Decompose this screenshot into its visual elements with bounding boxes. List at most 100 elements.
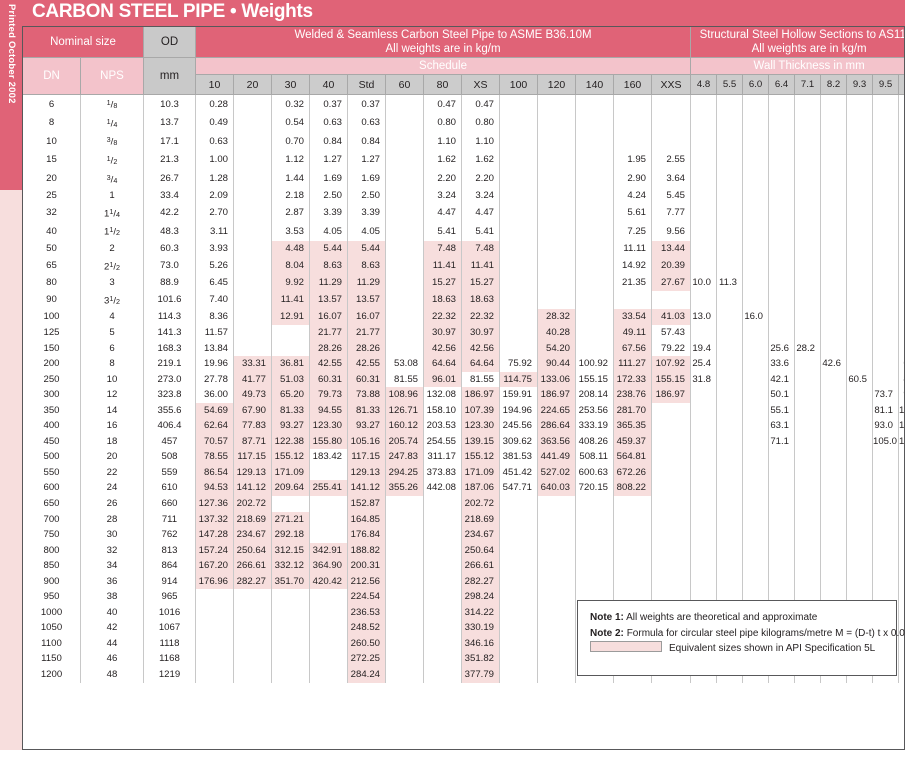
cell-schedule-100 <box>499 275 538 291</box>
cell-schedule-100: 114.75 <box>499 371 538 388</box>
cell-schedule-xxs <box>651 573 691 590</box>
cell-wall-thickness-8.2 <box>820 324 847 341</box>
cell-wall-thickness-7.1 <box>794 387 821 403</box>
cell-wall-thickness-9.5 <box>872 241 899 257</box>
cell-schedule-100 <box>499 527 538 543</box>
cell-wall-thickness-6.0 <box>742 542 769 559</box>
cell-schedule-120 <box>537 542 576 559</box>
cell-schedule-30 <box>271 604 310 621</box>
table-row: 700 28 711 137.32 218.69 271.21 164.85 218.69 <box>22 511 905 528</box>
cell-schedule-10: 147.28 <box>195 527 234 543</box>
cell-nps: 10 <box>80 371 144 388</box>
cell-wall-thickness-9.5 <box>872 558 899 574</box>
cell-schedule-80: 64.64 <box>423 356 462 372</box>
cell-wall-thickness-6.4 <box>768 241 795 257</box>
cell-wall-thickness-9.3 <box>846 480 873 496</box>
cell-schedule-20 <box>233 203 272 223</box>
cell-schedule-30: 1.12 <box>271 150 310 170</box>
cell-wall-thickness-12.7 <box>898 113 905 133</box>
table-row: 40 11/2 48.3 3.11 3.53 4.05 4.05 5.41 5.41 7.25 9.… <box>22 222 905 242</box>
cell-schedule-xs: 282.27 <box>461 573 500 590</box>
header-schedule-label: Schedule <box>195 57 692 75</box>
cell-schedule-80: 158.10 <box>423 402 462 419</box>
cell-schedule-140: 155.15 <box>575 371 614 388</box>
cell-wall-thickness-6.4: 63.1 <box>768 418 795 434</box>
cell-schedule-10 <box>195 666 234 683</box>
cell-wall-thickness-8.2 <box>820 113 847 133</box>
cell-wall-thickness-6.0 <box>742 150 769 170</box>
cell-wall-thickness-9.5 <box>872 511 899 528</box>
cell-wall-thickness-6.0 <box>742 290 769 310</box>
header-schedule-40: 40 <box>309 74 349 95</box>
cell-schedule-xs: 7.48 <box>461 241 500 257</box>
cell-wall-thickness-7.1 <box>794 95 821 114</box>
cell-nps: 11/4 <box>80 203 144 223</box>
cell-wall-thickness-9.5 <box>872 542 899 559</box>
cell-schedule-std: 188.82 <box>347 542 386 559</box>
cell-wall-thickness-9.3 <box>846 275 873 291</box>
cell-schedule-140 <box>575 203 614 223</box>
cell-wall-thickness-5.5 <box>716 290 743 310</box>
cell-schedule-10 <box>195 635 234 652</box>
cell-wall-thickness-9.3 <box>846 511 873 528</box>
cell-wall-thickness-6.4: 71.1 <box>768 433 795 450</box>
cell-dn: 300 <box>22 387 81 403</box>
cell-dn: 400 <box>22 418 81 434</box>
cell-od: 1219 <box>143 666 196 683</box>
cell-schedule-120: 133.06 <box>537 371 576 388</box>
header-schedule-140: 140 <box>575 74 615 95</box>
cell-schedule-140 <box>575 150 614 170</box>
cell-schedule-std: 81.33 <box>347 402 386 419</box>
cell-wall-thickness-5.5 <box>716 464 743 481</box>
cell-od: 660 <box>143 495 196 512</box>
cell-schedule-140 <box>575 290 614 310</box>
cell-schedule-40 <box>309 604 348 621</box>
cell-od: 1118 <box>143 635 196 652</box>
cell-schedule-xxs: 155.15 <box>651 371 691 388</box>
cell-nps: 3/8 <box>80 132 144 151</box>
cell-wall-thickness-6.0 <box>742 95 769 114</box>
cell-schedule-120 <box>537 495 576 512</box>
table-row: 32 11/4 42.2 2.70 2.87 3.39 3.39 4.47 4.47 5.61 7.… <box>22 203 905 223</box>
cell-dn: 250 <box>22 371 81 388</box>
cell-dn: 1150 <box>22 651 81 667</box>
cell-schedule-30: 171.09 <box>271 464 310 481</box>
cell-wall-thickness-8.2 <box>820 480 847 496</box>
cell-schedule-xxs <box>651 558 691 574</box>
cell-schedule-40: 8.63 <box>309 256 348 276</box>
cell-schedule-160: 2.90 <box>613 169 652 189</box>
cell-schedule-120 <box>537 256 576 276</box>
cell-wall-thickness-4.8 <box>690 573 717 590</box>
table-row: 900 36 914 176.96 282.27 351.70 420.42 212.56 28… <box>22 573 905 590</box>
cell-schedule-xxs <box>651 464 691 481</box>
notes-box: Note 1: All weights are theoretical and … <box>577 600 905 676</box>
cell-schedule-100: 381.53 <box>499 449 538 465</box>
cell-schedule-100 <box>499 573 538 590</box>
cell-schedule-60: 108.96 <box>385 387 424 403</box>
cell-schedule-80 <box>423 651 462 667</box>
cell-wall-thickness-4.8: 25.4 <box>690 356 717 372</box>
cell-wall-thickness-8.2 <box>820 527 847 543</box>
cell-schedule-80: 132.08 <box>423 387 462 403</box>
cell-schedule-10: 3.93 <box>195 241 234 257</box>
cell-schedule-60 <box>385 222 424 242</box>
cell-schedule-30: 3.53 <box>271 222 310 242</box>
cell-nps: 4 <box>80 309 144 325</box>
cell-schedule-80 <box>423 635 462 652</box>
cell-od: 88.9 <box>143 275 196 291</box>
cell-wall-thickness-4.8 <box>690 433 717 450</box>
cell-schedule-10: 0.63 <box>195 132 234 151</box>
cell-schedule-20: 49.73 <box>233 387 272 403</box>
cell-schedule-20 <box>233 666 272 683</box>
table-row: 600 24 610 94.53 141.12 209.64 255.41 141.12 355… <box>22 480 905 496</box>
cell-od: 559 <box>143 464 196 481</box>
cell-schedule-140: 600.63 <box>575 464 614 481</box>
cell-schedule-10: 70.57 <box>195 433 234 450</box>
cell-nps: 32 <box>80 542 144 559</box>
cell-wall-thickness-6.4 <box>768 511 795 528</box>
cell-schedule-xs: 314.22 <box>461 604 500 621</box>
cell-nps: 5 <box>80 324 144 341</box>
cell-schedule-100 <box>499 604 538 621</box>
cell-wall-thickness-6.0 <box>742 222 769 242</box>
cell-schedule-xs: 298.24 <box>461 589 500 605</box>
